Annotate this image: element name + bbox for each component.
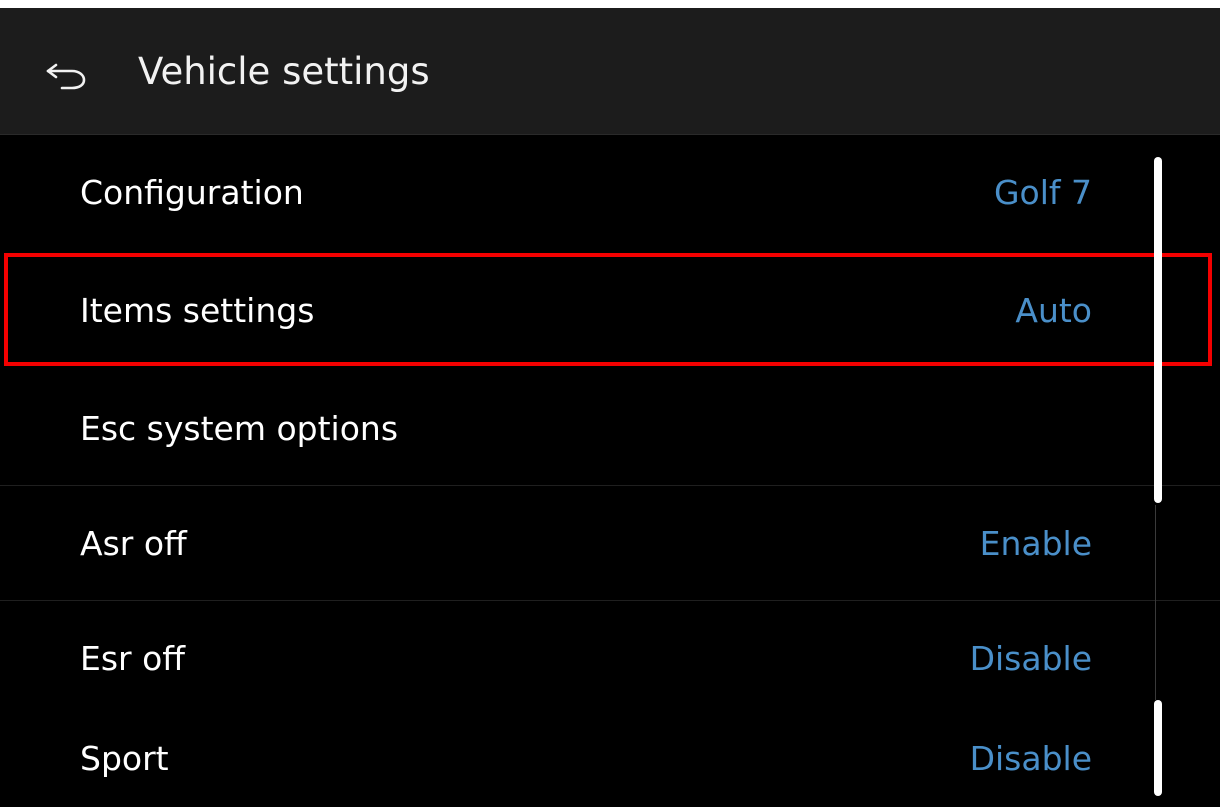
setting-label: Items settings	[80, 291, 315, 330]
vehicle-settings-screen: Vehicle settings Configuration Golf 7 It…	[0, 0, 1220, 807]
setting-row-asr-off[interactable]: Asr off Enable	[0, 486, 1220, 601]
back-button[interactable]	[34, 44, 98, 104]
setting-label: Sport	[80, 739, 169, 778]
setting-row-configuration[interactable]: Configuration Golf 7	[0, 135, 1120, 250]
setting-label: Esc system options	[80, 409, 399, 448]
header-bar: Vehicle settings	[0, 8, 1220, 135]
setting-value: Enable	[979, 524, 1092, 563]
setting-row-esr-off[interactable]: Esr off Disable	[0, 601, 1120, 716]
setting-value: Golf 7	[993, 173, 1092, 212]
setting-label: Configuration	[80, 173, 304, 212]
scrollbar-track[interactable]	[1155, 505, 1156, 700]
top-border	[0, 0, 1220, 8]
scrollbar-thumb[interactable]	[1154, 157, 1162, 503]
setting-value: Disable	[969, 639, 1092, 678]
setting-value: Auto	[1015, 291, 1092, 330]
setting-label: Asr off	[80, 524, 187, 563]
setting-row-sport[interactable]: Sport Disable	[0, 701, 1120, 807]
scrollbar-thumb-lower[interactable]	[1154, 700, 1162, 796]
setting-label: Esr off	[80, 639, 186, 678]
setting-row-items-settings[interactable]: Items settings Auto	[0, 253, 1120, 368]
setting-value: Disable	[969, 739, 1092, 778]
page-title: Vehicle settings	[138, 50, 430, 93]
back-arrow-icon	[46, 63, 86, 90]
setting-row-esc-system-options[interactable]: Esc system options	[0, 371, 1220, 486]
